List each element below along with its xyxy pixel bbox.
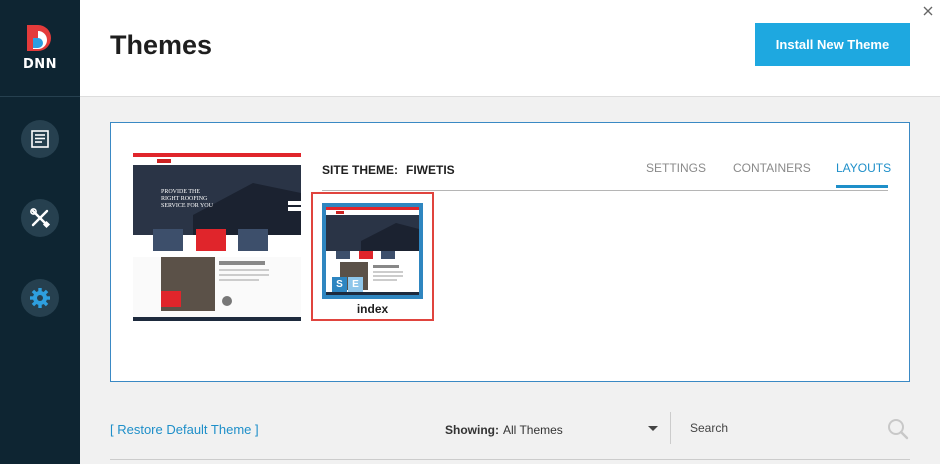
sidebar-item-tools[interactable] — [21, 199, 59, 237]
content-icon — [31, 130, 49, 148]
site-theme-preview-image: PROVIDE THE RIGHT ROOFING SERVICE FOR YOU — [133, 153, 301, 321]
logo-text: DNN — [22, 57, 58, 72]
site-theme-name: FIWETIS — [406, 163, 455, 177]
layout-name: index — [356, 302, 389, 316]
dnn-logo-icon — [27, 25, 51, 51]
close-icon[interactable] — [921, 4, 935, 18]
chevron-down-icon[interactable] — [648, 426, 658, 431]
sidebar-item-settings[interactable] — [21, 279, 59, 317]
header: Themes Install New Theme — [80, 0, 940, 97]
restore-default-theme-link[interactable]: [ Restore Default Theme ] — [110, 422, 259, 437]
install-new-theme-button[interactable]: Install New Theme — [755, 23, 910, 66]
showing-label: Showing: — [445, 423, 499, 437]
bottom-divider — [110, 459, 910, 460]
search-input[interactable] — [680, 414, 880, 442]
tabs-divider — [322, 190, 888, 191]
site-theme-thumbnail[interactable]: PROVIDE THE RIGHT ROOFING SERVICE FOR YOU — [133, 153, 301, 321]
theme-filter-select[interactable]: All Themes — [503, 423, 661, 437]
tab-settings[interactable]: SETTINGS — [646, 161, 706, 175]
gear-icon — [30, 288, 50, 308]
layout-card-index[interactable]: S E index — [311, 192, 434, 321]
sidebar: DNN — [0, 0, 80, 464]
tab-layouts[interactable]: LAYOUTS — [836, 161, 891, 175]
active-tab-indicator — [836, 185, 888, 188]
page-title: Themes — [110, 30, 213, 60]
search-icon[interactable] — [887, 418, 909, 440]
bottom-bar-separator — [670, 412, 671, 444]
tab-containers[interactable]: CONTAINERS — [733, 161, 811, 175]
dnn-logo[interactable]: DNN — [0, 0, 80, 97]
site-theme-panel: PROVIDE THE RIGHT ROOFING SERVICE FOR YOU … — [110, 122, 910, 382]
sidebar-item-content[interactable] — [21, 120, 59, 158]
site-theme-label: SITE THEME: — [322, 163, 399, 177]
layout-badge-s: S — [332, 277, 347, 292]
tools-icon — [30, 208, 51, 229]
layout-thumbnail: S E — [322, 203, 423, 299]
layout-badge-e: E — [348, 277, 363, 292]
